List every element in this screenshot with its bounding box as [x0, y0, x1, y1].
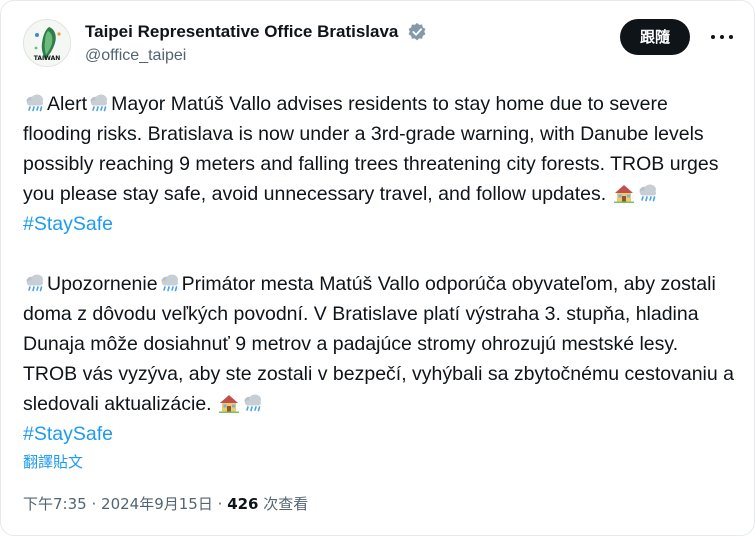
- tweet-header: TAIWAN Taipei Representative Office Brat…: [21, 17, 738, 77]
- tweet-paragraph-english: Alert Mayor Matúš Vallo advises residents…: [23, 89, 735, 239]
- verified-badge-icon: [408, 22, 426, 41]
- more-options-icon[interactable]: [708, 25, 736, 49]
- alert-label: Alert: [47, 93, 88, 115]
- rain-cloud-icon: [24, 272, 46, 294]
- avatar[interactable]: TAIWAN: [23, 19, 71, 67]
- display-name[interactable]: Taipei Representative Office Bratislava: [85, 21, 398, 43]
- hashtag-link[interactable]: #StaySafe: [23, 213, 113, 235]
- rain-cloud-icon: [242, 392, 264, 414]
- translate-post-link[interactable]: 翻譯貼文: [23, 451, 83, 472]
- post-time[interactable]: 下午7:35: [23, 495, 87, 513]
- post-date[interactable]: 2024年9月15日: [101, 495, 213, 513]
- views-count: 426: [227, 495, 259, 513]
- tweet-meta: 下午7:35 · 2024年9月15日 · 426 次查看: [23, 493, 308, 514]
- views-label: 次查看: [263, 495, 309, 513]
- handle[interactable]: @office_taipei: [85, 45, 427, 67]
- tweet-paragraph-slovak: Upozornenie Primátor mesta Matúš Vallo od…: [23, 269, 735, 449]
- rain-cloud-icon: [159, 272, 181, 294]
- hashtag-link[interactable]: #StaySafe: [23, 423, 113, 445]
- alert-label: Upozornenie: [47, 273, 158, 295]
- rain-cloud-icon: [637, 182, 659, 204]
- meta-separator: ·: [217, 495, 223, 513]
- tweet-card: TAIWAN Taipei Representative Office Brat…: [0, 0, 755, 536]
- rain-cloud-icon: [88, 92, 110, 114]
- avatar-label: TAIWAN: [33, 55, 61, 62]
- rain-cloud-icon: [24, 92, 46, 114]
- follow-button[interactable]: 跟隨: [619, 19, 690, 55]
- house-icon: [218, 392, 240, 414]
- tweet-text: Alert Mayor Matúš Vallo advises residents…: [23, 89, 735, 449]
- house-icon: [613, 182, 635, 204]
- meta-separator: ·: [91, 495, 97, 513]
